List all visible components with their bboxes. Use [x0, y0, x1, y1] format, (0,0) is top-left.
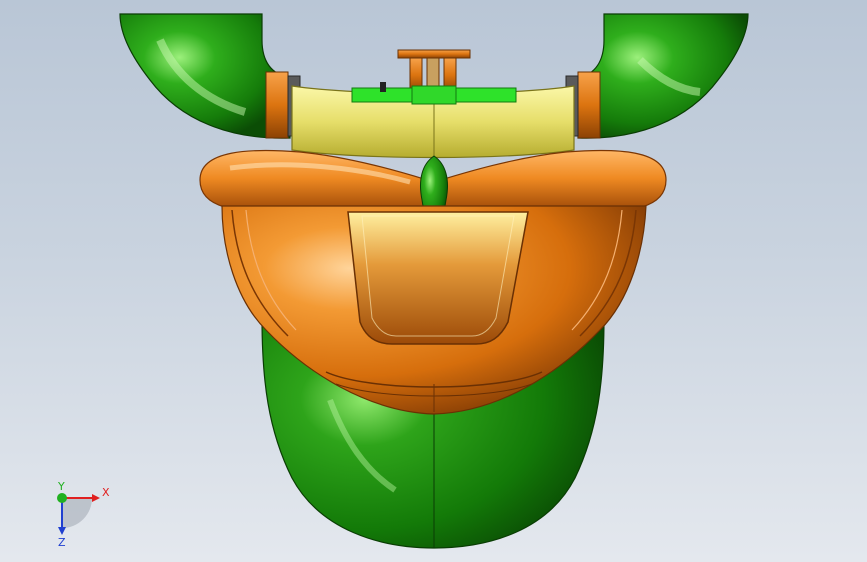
left-elbow-pipe[interactable] [119, 13, 291, 139]
cad-model-view[interactable] [0, 0, 867, 562]
triad-quadrant [62, 498, 92, 528]
triad-origin [57, 493, 67, 503]
triad-x-label: X [102, 486, 110, 499]
bowl-front-panel[interactable] [347, 211, 529, 345]
triad-z-arrow [58, 527, 66, 535]
triad-y-label: Y [57, 480, 65, 493]
left-coupling-orange[interactable] [265, 71, 289, 139]
right-coupling-orange[interactable] [577, 71, 601, 139]
graphics-viewport[interactable]: X Y Z [0, 0, 867, 562]
triad-z-label: Z [58, 536, 66, 549]
top-bracket-base[interactable] [397, 49, 471, 59]
small-sensor[interactable] [380, 82, 386, 92]
orientation-triad: X Y Z [57, 480, 110, 549]
green-top-block[interactable] [411, 85, 457, 105]
triad-x-arrow [92, 494, 100, 502]
